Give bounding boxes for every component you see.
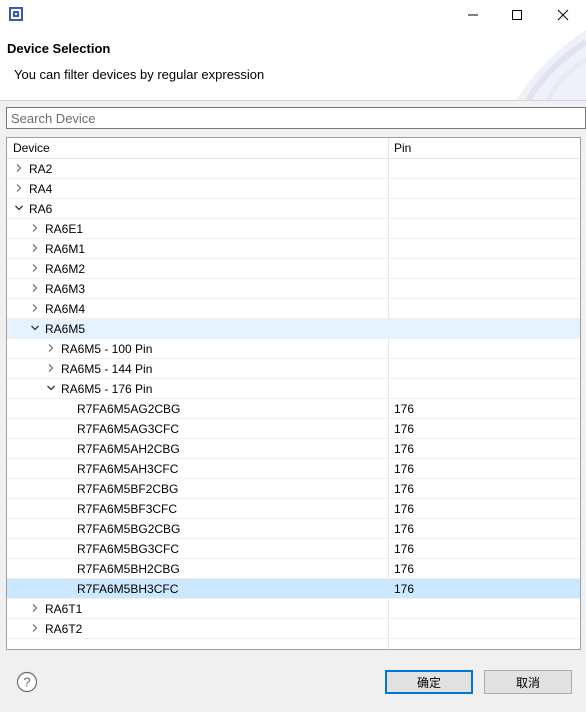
row-pin: 176 — [394, 442, 415, 456]
title-bar — [0, 0, 586, 30]
device-row[interactable]: R7FA6M5BF2CBG 176 — [7, 479, 580, 499]
row-label: R7FA6M5AG3CFC — [77, 422, 180, 436]
device-row[interactable]: R7FA6M5BG2CBG 176 — [7, 519, 580, 539]
row-label: R7FA6M5BF3CFC — [77, 502, 178, 516]
tree-group-row[interactable]: RA6M5 - 144 Pin — [7, 359, 580, 379]
row-label: RA6M5 - 100 Pin — [61, 342, 153, 356]
tree-group-row[interactable]: RA2 — [7, 159, 580, 179]
row-label: RA6M1 — [45, 242, 86, 256]
tree-group-row[interactable]: RA6M3 — [7, 279, 580, 299]
row-label: RA4 — [29, 182, 53, 196]
column-header-pin[interactable]: Pin — [394, 141, 411, 155]
tree-group-row[interactable]: RA6T1 — [7, 599, 580, 619]
row-pin: 176 — [394, 582, 415, 596]
chevron-right-icon[interactable] — [29, 282, 41, 294]
row-label: RA6M4 — [45, 302, 86, 316]
device-row[interactable]: R7FA6M5BF3CFC 176 — [7, 499, 580, 519]
chevron-down-icon[interactable] — [13, 202, 25, 214]
tree-header: Device Pin — [7, 138, 580, 159]
row-label: R7FA6M5BF2CBG — [77, 482, 179, 496]
row-label: RA6T1 — [45, 602, 83, 616]
chevron-right-icon[interactable] — [29, 622, 41, 634]
row-pin: 176 — [394, 522, 415, 536]
chevron-right-icon[interactable] — [45, 342, 57, 354]
row-pin: 176 — [394, 422, 415, 436]
tree-group-row[interactable]: RA6M4 — [7, 299, 580, 319]
close-icon — [557, 9, 569, 21]
device-row[interactable]: R7FA6M5AH3CFC 176 — [7, 459, 580, 479]
tree-group-row[interactable]: RA6T2 — [7, 619, 580, 639]
chevron-right-icon[interactable] — [29, 242, 41, 254]
column-header-device[interactable]: Device — [13, 141, 50, 155]
tree-group-row[interactable]: RA6M5 - 176 Pin — [7, 379, 580, 399]
row-label: R7FA6M5AH3CFC — [77, 462, 179, 476]
banner-graphic — [516, 30, 586, 100]
row-label: R7FA6M5AG2CBG — [77, 402, 181, 416]
row-pin: 176 — [394, 402, 415, 416]
dialog-message: You can filter devices by regular expres… — [14, 67, 265, 82]
device-row[interactable]: R7FA6M5AG2CBG 176 — [7, 399, 580, 419]
tree-group-row[interactable]: RA6M5 - 100 Pin — [7, 339, 580, 359]
dialog-header: Device Selection You can filter devices … — [0, 30, 586, 101]
row-pin: 176 — [394, 542, 415, 556]
chevron-right-icon[interactable] — [29, 222, 41, 234]
ok-button[interactable]: 确定 — [385, 670, 473, 694]
chevron-right-icon[interactable] — [13, 162, 25, 174]
row-label: RA6M5 - 144 Pin — [61, 362, 153, 376]
search-input[interactable] — [6, 107, 586, 129]
tree-rows: RA2 RA4 RA6 RA6E1 RA6M1 RA6M2 RA6M3 RA6M4 RA6M5 R… — [7, 159, 580, 639]
help-icon[interactable]: ? — [16, 671, 38, 693]
row-label: R7FA6M5BH2CBG — [77, 562, 180, 576]
row-pin: 176 — [394, 482, 415, 496]
maximize-icon — [512, 10, 522, 20]
row-label: R7FA6M5BG2CBG — [77, 522, 181, 536]
row-label: RA6T2 — [45, 622, 83, 636]
svg-text:?: ? — [23, 675, 30, 690]
device-tree[interactable]: Device Pin RA2 RA4 RA6 RA6E1 RA6M1 RA6M2 RA6M3… — [6, 137, 581, 650]
chevron-right-icon[interactable] — [29, 602, 41, 614]
row-label: R7FA6M5BH3CFC — [77, 582, 179, 596]
chevron-down-icon[interactable] — [45, 382, 57, 394]
chevron-right-icon[interactable] — [29, 302, 41, 314]
row-label: RA6M2 — [45, 262, 86, 276]
row-label: RA6M5 - 176 Pin — [61, 382, 153, 396]
device-row[interactable]: R7FA6M5AH2CBG 176 — [7, 439, 580, 459]
cancel-button[interactable]: 取消 — [484, 670, 572, 694]
row-pin: 176 — [394, 562, 415, 576]
row-pin: 176 — [394, 462, 415, 476]
row-pin: 176 — [394, 502, 415, 516]
tree-group-row[interactable]: RA6 — [7, 199, 580, 219]
chevron-right-icon[interactable] — [29, 262, 41, 274]
row-label: RA6 — [29, 202, 53, 216]
row-label: R7FA6M5BG3CFC — [77, 542, 180, 556]
row-label: RA2 — [29, 162, 53, 176]
tree-group-row[interactable]: RA6M5 — [7, 319, 580, 339]
chevron-right-icon[interactable] — [13, 182, 25, 194]
row-label: R7FA6M5AH2CBG — [77, 442, 180, 456]
device-row[interactable]: R7FA6M5AG3CFC 176 — [7, 419, 580, 439]
tree-group-row[interactable]: RA4 — [7, 179, 580, 199]
minimize-button[interactable] — [453, 0, 493, 30]
row-label: RA6M5 — [45, 322, 86, 336]
maximize-button[interactable] — [497, 0, 537, 30]
row-label: RA6M3 — [45, 282, 86, 296]
app-icon — [9, 7, 23, 21]
device-row[interactable]: R7FA6M5BH2CBG 176 — [7, 559, 580, 579]
minimize-icon — [468, 14, 478, 16]
chevron-down-icon[interactable] — [29, 322, 41, 334]
device-row[interactable]: R7FA6M5BG3CFC 176 — [7, 539, 580, 559]
close-button[interactable] — [543, 0, 583, 30]
dialog-title: Device Selection — [7, 41, 111, 56]
chevron-right-icon[interactable] — [45, 362, 57, 374]
row-label: RA6E1 — [45, 222, 84, 236]
tree-group-row[interactable]: RA6M1 — [7, 239, 580, 259]
tree-group-row[interactable]: RA6E1 — [7, 219, 580, 239]
tree-group-row[interactable]: RA6M2 — [7, 259, 580, 279]
device-row[interactable]: R7FA6M5BH3CFC 176 — [7, 579, 580, 599]
